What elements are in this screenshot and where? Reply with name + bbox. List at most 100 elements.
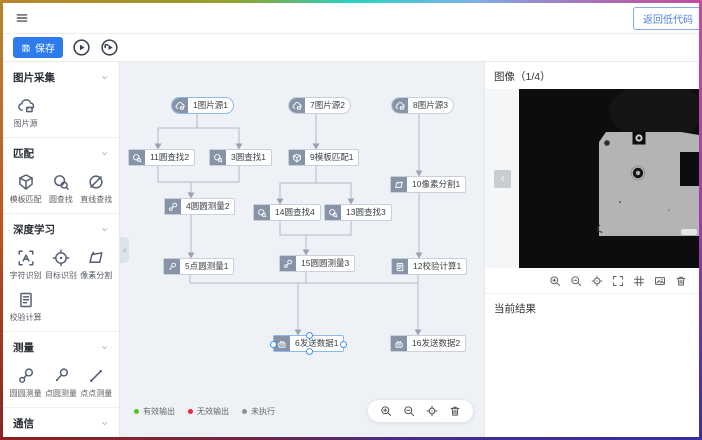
measure-cc-icon — [17, 367, 35, 385]
sidebar-item[interactable]: 圆查找 — [43, 167, 78, 209]
sidebar-section: 测量圆圆测量点圆测量点点测量 — [3, 332, 119, 408]
legend-dot — [188, 409, 193, 414]
legend-item: 有效输出 — [134, 406, 175, 417]
circle-find-icon — [325, 205, 341, 220]
sidebar-item-label: 点圆测量 — [45, 388, 77, 399]
run-once-button[interactable] — [100, 38, 119, 57]
sidebar-item-label: 圆圆测量 — [10, 388, 42, 399]
section-header[interactable]: 图片采集 — [3, 65, 119, 88]
chevron-down-icon — [100, 343, 109, 352]
measure-cc-icon — [280, 256, 296, 271]
sidebar-item-label: 字符识别 — [10, 270, 42, 281]
sidebar-item[interactable]: 目标识别 — [43, 243, 78, 285]
node-label: 10像素分割1 — [407, 177, 465, 192]
segment-icon — [391, 177, 407, 192]
save-button[interactable]: 保存 — [13, 37, 63, 58]
sidebar-item[interactable]: 图片源 — [8, 91, 43, 133]
canvas-toolbar — [367, 399, 474, 423]
locate-icon[interactable] — [591, 275, 603, 287]
comm-icon — [391, 336, 407, 351]
calc-icon — [17, 291, 35, 309]
previous-image-button[interactable] — [494, 170, 511, 188]
fullscreen-icon[interactable] — [612, 275, 624, 287]
flow-node[interactable]: 16发送数据2 — [390, 335, 466, 352]
sidebar-item[interactable]: 点点测量 — [79, 361, 114, 403]
sidebar-section: 匹配模板匹配圆查找直线查找 — [3, 138, 119, 214]
locate-icon[interactable] — [426, 405, 438, 417]
header-bar: 返回低代码 — [3, 3, 699, 34]
sidebar-item[interactable]: 点圆测量 — [43, 361, 78, 403]
menu-icon[interactable] — [15, 11, 29, 25]
legend-item: 无效输出 — [188, 406, 229, 417]
result-panel-title: 当前结果 — [485, 294, 699, 321]
connection-handle[interactable] — [306, 332, 313, 339]
chevron-down-icon — [100, 73, 109, 82]
node-label: 9模板匹配1 — [305, 150, 358, 165]
section-header[interactable]: 匹配 — [3, 141, 119, 164]
flow-node[interactable]: 9模板匹配1 — [288, 149, 359, 166]
node-label: 14圆查找4 — [270, 205, 320, 220]
node-label: 7图片源2 — [305, 98, 350, 113]
circle-find-icon — [254, 205, 270, 220]
flow-node[interactable]: 5点圆测量1 — [163, 258, 234, 275]
app-frame: 返回低代码 保存 图片采集图片源匹配模板匹配圆查找直线查找深度学习字符识别目标识… — [0, 0, 702, 440]
trash-icon[interactable] — [449, 405, 461, 417]
flow-node[interactable]: 14圆查找4 — [253, 204, 321, 221]
sidebar-item[interactable]: 字符识别 — [8, 243, 43, 285]
run-button[interactable] — [72, 38, 91, 57]
connection-handle[interactable] — [270, 341, 277, 348]
section-header[interactable]: 通信 — [3, 411, 119, 434]
flow-edges — [120, 62, 484, 437]
node-label: 1图片源1 — [188, 98, 233, 113]
connection-handle[interactable] — [306, 348, 313, 355]
cloud-img-icon — [172, 98, 188, 113]
image-nav-strip — [485, 89, 519, 268]
cube-icon — [17, 173, 35, 191]
cloud-img-icon — [17, 97, 35, 115]
grid-icon[interactable] — [633, 275, 645, 287]
action-toolbar: 保存 — [3, 34, 699, 62]
measure-pp-icon — [87, 367, 105, 385]
zoom-in-icon[interactable] — [380, 405, 392, 417]
flow-node[interactable]: 1图片源1 — [171, 97, 234, 114]
segment-icon — [87, 249, 105, 267]
zoom-out-icon[interactable] — [570, 275, 582, 287]
zoom-in-icon[interactable] — [549, 275, 561, 287]
flow-node[interactable]: 12校验计算1 — [391, 258, 467, 275]
sidebar-item-label: 圆查找 — [49, 194, 73, 205]
flow-node[interactable]: 15圆圆测量3 — [279, 255, 355, 272]
flow-canvas[interactable]: 有效输出无效输出未执行 1图片源17图片源28图片源311圆查找23圆查找19模… — [120, 62, 484, 437]
flow-node[interactable]: 8图片源3 — [391, 97, 454, 114]
sidebar-item[interactable]: 直线查找 — [79, 167, 114, 209]
preview-image[interactable] — [519, 89, 699, 268]
node-label: 3圆查找1 — [226, 150, 271, 165]
flow-node[interactable]: 6发送数据1 — [273, 335, 344, 352]
sidebar-item[interactable]: 像素分割 — [79, 243, 114, 285]
picture-icon[interactable] — [654, 275, 666, 287]
back-to-lowcode-button[interactable]: 返回低代码 — [633, 7, 699, 30]
node-label: 6发送数据1 — [290, 336, 343, 351]
ocr-icon — [17, 249, 35, 267]
sidebar-item[interactable]: 校验计算 — [8, 285, 43, 327]
flow-node[interactable]: 7图片源2 — [288, 97, 351, 114]
section-title: 深度学习 — [13, 222, 55, 237]
section-header[interactable]: 测量 — [3, 335, 119, 358]
sidebar-collapse-handle[interactable] — [120, 237, 129, 263]
section-title: 匹配 — [13, 146, 34, 161]
sidebar-item[interactable]: 模板匹配 — [8, 167, 43, 209]
cloud-img-icon — [392, 98, 408, 113]
sidebar-item[interactable]: 圆圆测量 — [8, 361, 43, 403]
section-header[interactable]: 深度学习 — [3, 217, 119, 240]
flow-node[interactable]: 4圆圆测量2 — [164, 198, 235, 215]
node-label: 8图片源3 — [408, 98, 453, 113]
flow-node[interactable]: 13圆查找3 — [324, 204, 392, 221]
zoom-out-icon[interactable] — [403, 405, 415, 417]
flow-node[interactable]: 10像素分割1 — [390, 176, 466, 193]
section-title: 通信 — [13, 416, 34, 431]
trash-icon[interactable] — [675, 275, 687, 287]
flow-node[interactable]: 11圆查找2 — [128, 149, 195, 166]
target-icon — [52, 249, 70, 267]
measure-cc-icon — [165, 199, 181, 214]
section-title: 测量 — [13, 340, 34, 355]
flow-node[interactable]: 3圆查找1 — [209, 149, 272, 166]
